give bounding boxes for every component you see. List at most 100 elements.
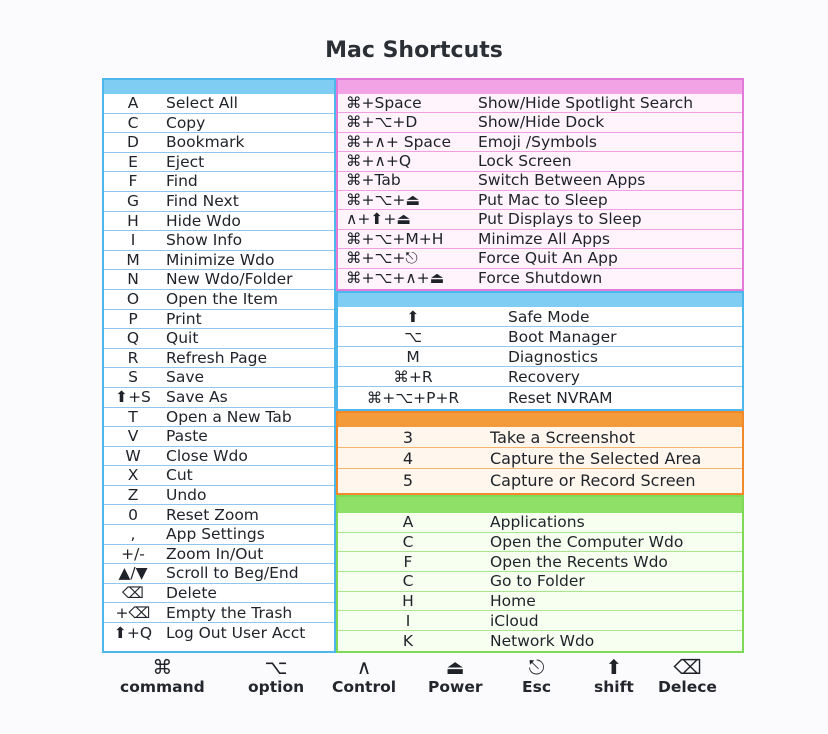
- shortcut-row: T Open a New Tab: [104, 408, 334, 428]
- shortcut-description: New Wdo/Folder: [166, 270, 293, 289]
- shortcut-description: Show/Hide Spotlight Search: [478, 93, 694, 112]
- shortcut-row: ▲/▼ Scroll to Beg/End: [104, 564, 334, 584]
- panel-header-bar: [338, 80, 742, 94]
- shortcut-description: iCloud: [490, 611, 539, 630]
- shortcut-row: ⌘+Tab Switch Between Apps: [338, 172, 742, 191]
- power-icon: ⏏: [445, 655, 465, 679]
- shortcut-key: I: [130, 231, 136, 250]
- legend-item: ⌥ option: [248, 656, 304, 696]
- shortcut-key: ⌘+∧+ Space: [346, 132, 451, 151]
- shortcut-row: H Hide Wdo: [104, 212, 334, 232]
- shortcut-key: ⬆+S: [115, 388, 151, 406]
- shortcut-description: Cut: [166, 466, 193, 485]
- shortcut-key: ∧+⬆+⏏: [346, 210, 411, 229]
- shortcut-key: ▲/▼: [118, 564, 148, 583]
- shortcut-key: ⌘+∧+Q: [346, 152, 412, 171]
- shortcut-description: Force Quit An App: [478, 249, 618, 268]
- shortcut-row: Z Undo: [104, 486, 334, 506]
- legend-item: ⏏ Power: [428, 656, 483, 696]
- legend-label: Power: [428, 678, 483, 696]
- shortcut-row: ⌘+R Recovery: [338, 367, 742, 387]
- shortcut-description: Save As: [166, 388, 228, 406]
- shortcut-row: ⌘+⌥+∧+⏏ Force Shutdown: [338, 269, 742, 288]
- shortcut-description: Hide Wdo: [166, 211, 241, 230]
- shortcut-description: Open the Recents Wdo: [490, 552, 668, 571]
- shortcut-key: M: [406, 347, 420, 366]
- shortcut-description: Put Mac to Sleep: [478, 190, 608, 209]
- shortcut-row: V Paste: [104, 427, 334, 447]
- shortcut-key: 4: [402, 449, 414, 468]
- shortcut-row: O Open the Item: [104, 290, 334, 310]
- shortcut-key: ⌘+⌥+⎋: [346, 249, 418, 268]
- shortcut-key: 5: [402, 471, 414, 490]
- shortcut-key: ⌘+Space: [346, 93, 422, 112]
- shortcut-description: Put Displays to Sleep: [478, 210, 642, 229]
- shortcut-key: ,: [130, 525, 136, 544]
- shortcut-key: N: [127, 270, 139, 289]
- shortcut-key: V: [127, 427, 139, 446]
- shortcut-description: Open the Item: [166, 290, 278, 309]
- shortcut-panel-system: ⌘+Space Show/Hide Spotlight Search ⌘+⌥+D Sh…: [336, 78, 744, 291]
- shortcut-key: ⬆: [406, 307, 420, 326]
- shortcut-row: I Show Info: [104, 231, 334, 251]
- legend-label: command: [120, 678, 205, 696]
- shortcut-description: Switch Between Apps: [478, 171, 646, 190]
- shortcut-row: ⌘+⌥+⎋ Force Quit An App: [338, 249, 742, 269]
- shortcut-key: Q: [126, 329, 140, 348]
- shortcut-description: Select All: [166, 94, 238, 113]
- shortcut-row: ⬆ Safe Mode: [338, 307, 742, 327]
- shortcut-description: Scroll to Beg/End: [166, 564, 299, 583]
- shortcut-key: 3: [402, 428, 414, 447]
- shortcut-key: ⌘+⌥+D: [346, 113, 418, 132]
- shortcut-key: M: [126, 250, 140, 269]
- shortcut-row: ⌥ Boot Manager: [338, 327, 742, 347]
- legend-label: shift: [594, 678, 634, 696]
- shortcut-description: Copy: [166, 113, 206, 132]
- shortcut-row: S Save: [104, 368, 334, 388]
- shortcut-key: ⌫: [122, 583, 144, 602]
- shortcut-key: I: [405, 611, 411, 630]
- shortcut-description: Close Wdo: [166, 446, 248, 465]
- shortcut-key: +/-: [121, 544, 145, 563]
- panel-header-bar: [338, 413, 742, 427]
- legend-label: Control: [332, 678, 397, 696]
- shortcut-key: E: [128, 152, 138, 171]
- shortcut-row: ⬆+S Save As: [104, 388, 334, 408]
- shortcut-row: F Open the Recents Wdo: [338, 552, 742, 573]
- shortcut-description: Empty the Trash: [166, 603, 293, 622]
- shortcut-row: E Eject: [104, 153, 334, 173]
- page-title: Mac Shortcuts: [325, 38, 503, 63]
- shortcut-description: Boot Manager: [508, 327, 617, 346]
- legend-item: ∧ Control: [332, 656, 396, 696]
- shortcut-key: ⌘+⌥+∧+⏏: [346, 269, 445, 288]
- shortcut-description: Open the Computer Wdo: [490, 532, 684, 551]
- shortcut-description: Diagnostics: [508, 347, 598, 366]
- shortcut-key: R: [127, 348, 139, 367]
- shortcut-row: ⌘+⌥+⏏ Put Mac to Sleep: [338, 190, 742, 211]
- shortcut-description: Lock Screen: [478, 152, 572, 171]
- shortcut-row: ⌘+⌥+D Show/Hide Dock: [338, 113, 742, 133]
- shortcut-description: App Settings: [166, 525, 265, 544]
- shortcut-row: D Bookmark: [104, 133, 334, 153]
- shortcut-key: W: [125, 446, 141, 465]
- shortcut-row: F Find: [104, 172, 334, 192]
- shortcut-key: 0: [128, 505, 138, 524]
- shortcut-key: C: [127, 113, 139, 132]
- shortcut-description: Log Out User Acct: [166, 624, 306, 643]
- shortcut-description: Zoom In/Out: [166, 544, 264, 563]
- shortcut-row: R Refresh Page: [104, 349, 334, 369]
- shortcut-key: C: [402, 572, 414, 591]
- shortcut-row: ⬆+Q Log Out User Acct: [104, 623, 334, 643]
- shortcut-key: D: [127, 133, 139, 152]
- panel-header-bar: [104, 80, 334, 94]
- shortcut-row: 5 Capture or Record Screen: [338, 469, 742, 490]
- shortcut-description: Recovery: [508, 367, 580, 386]
- shortcut-key: A: [402, 513, 414, 532]
- legend-label: Delece: [658, 678, 717, 696]
- shortcut-key: H: [402, 591, 414, 610]
- shortcut-description: Open a New Tab: [166, 407, 292, 426]
- legend-label: option: [248, 678, 305, 696]
- shortcut-description: Quit: [166, 329, 199, 348]
- shortcut-description: Bookmark: [166, 133, 245, 152]
- shortcut-row: C Open the Computer Wdo: [338, 533, 742, 553]
